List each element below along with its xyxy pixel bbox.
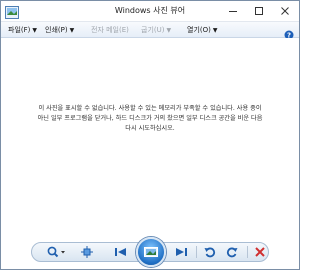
chevron-down-icon: ▼ — [69, 27, 75, 34]
menu-email-label: 전자 메일(E) — [91, 26, 129, 34]
rotate-clockwise-icon — [226, 247, 238, 258]
menu-print[interactable]: 인쇄(P) ▼ — [45, 25, 74, 36]
menu-burn-label: 굽기(U) — [141, 26, 165, 34]
slideshow-icon — [144, 247, 158, 257]
delete-icon — [255, 247, 265, 257]
menu-email[interactable]: 전자 메일(E) — [91, 25, 129, 35]
rotate-counterclockwise-button[interactable] — [203, 245, 217, 259]
rotate-counterclockwise-icon — [204, 247, 216, 258]
menu-open-label: 열기(O) — [187, 26, 211, 34]
chevron-down-icon: ▼ — [212, 27, 218, 34]
menu-file[interactable]: 파일(F) ▼ — [8, 25, 37, 36]
toolbar-divider — [247, 246, 248, 258]
next-button[interactable] — [171, 245, 191, 259]
error-message: 이 사진을 표시할 수 없습니다. 사용할 수 있는 메모리가 부족할 수 있습… — [7, 104, 293, 134]
toolbar-divider — [196, 246, 197, 258]
menu-bar: 파일(F) ▼ 인쇄(P) ▼ 전자 메일(E) 굽기(U) ▼ 열기(O) ▼ ? — [1, 21, 299, 40]
actual-size-button[interactable] — [81, 245, 93, 259]
zoom-button[interactable] — [45, 245, 69, 259]
title-bar[interactable]: Windows 사진 뷰어 — [1, 1, 299, 21]
menu-burn[interactable]: 굽기(U) ▼ — [141, 25, 171, 36]
chevron-down-icon: ▼ — [32, 27, 37, 34]
rotate-clockwise-button[interactable] — [225, 245, 239, 259]
menu-open[interactable]: 열기(O) ▼ — [187, 25, 217, 36]
slideshow-button[interactable] — [136, 237, 166, 267]
menu-file-label: 파일(F) — [8, 26, 31, 34]
minimize-icon — [229, 11, 237, 12]
next-icon — [176, 248, 187, 256]
navigation-toolbar — [1, 235, 299, 269]
error-message-line: 다시 시도하십시오. — [125, 125, 175, 132]
image-area: 이 사진을 표시할 수 없습니다. 사용할 수 있는 메모리가 부족할 수 있습… — [1, 38, 299, 235]
close-icon — [281, 7, 289, 15]
photo-viewer-window: Windows 사진 뷰어 파일(F) ▼ 인쇄(P) ▼ 전자 메일(E) 굽… — [0, 0, 300, 270]
previous-icon — [115, 248, 126, 256]
close-button[interactable] — [272, 1, 298, 21]
maximize-icon — [255, 7, 263, 15]
maximize-button[interactable] — [246, 1, 272, 21]
minimize-button[interactable] — [220, 1, 246, 21]
delete-button[interactable] — [253, 245, 267, 259]
error-message-line: 아닌 일부 프로그램을 닫거나, 하드 디스크가 거의 찼으면 일부 디스크 공… — [37, 115, 263, 122]
chevron-down-icon: ▼ — [166, 27, 172, 34]
help-icon[interactable]: ? — [284, 25, 294, 40]
menu-print-label: 인쇄(P) — [45, 26, 68, 34]
zoom-icon — [47, 246, 65, 258]
previous-button[interactable] — [111, 245, 131, 259]
actual-size-icon — [81, 246, 93, 258]
error-message-line: 이 사진을 표시할 수 없습니다. 사용할 수 있는 메모리가 부족할 수 있습… — [38, 105, 262, 112]
